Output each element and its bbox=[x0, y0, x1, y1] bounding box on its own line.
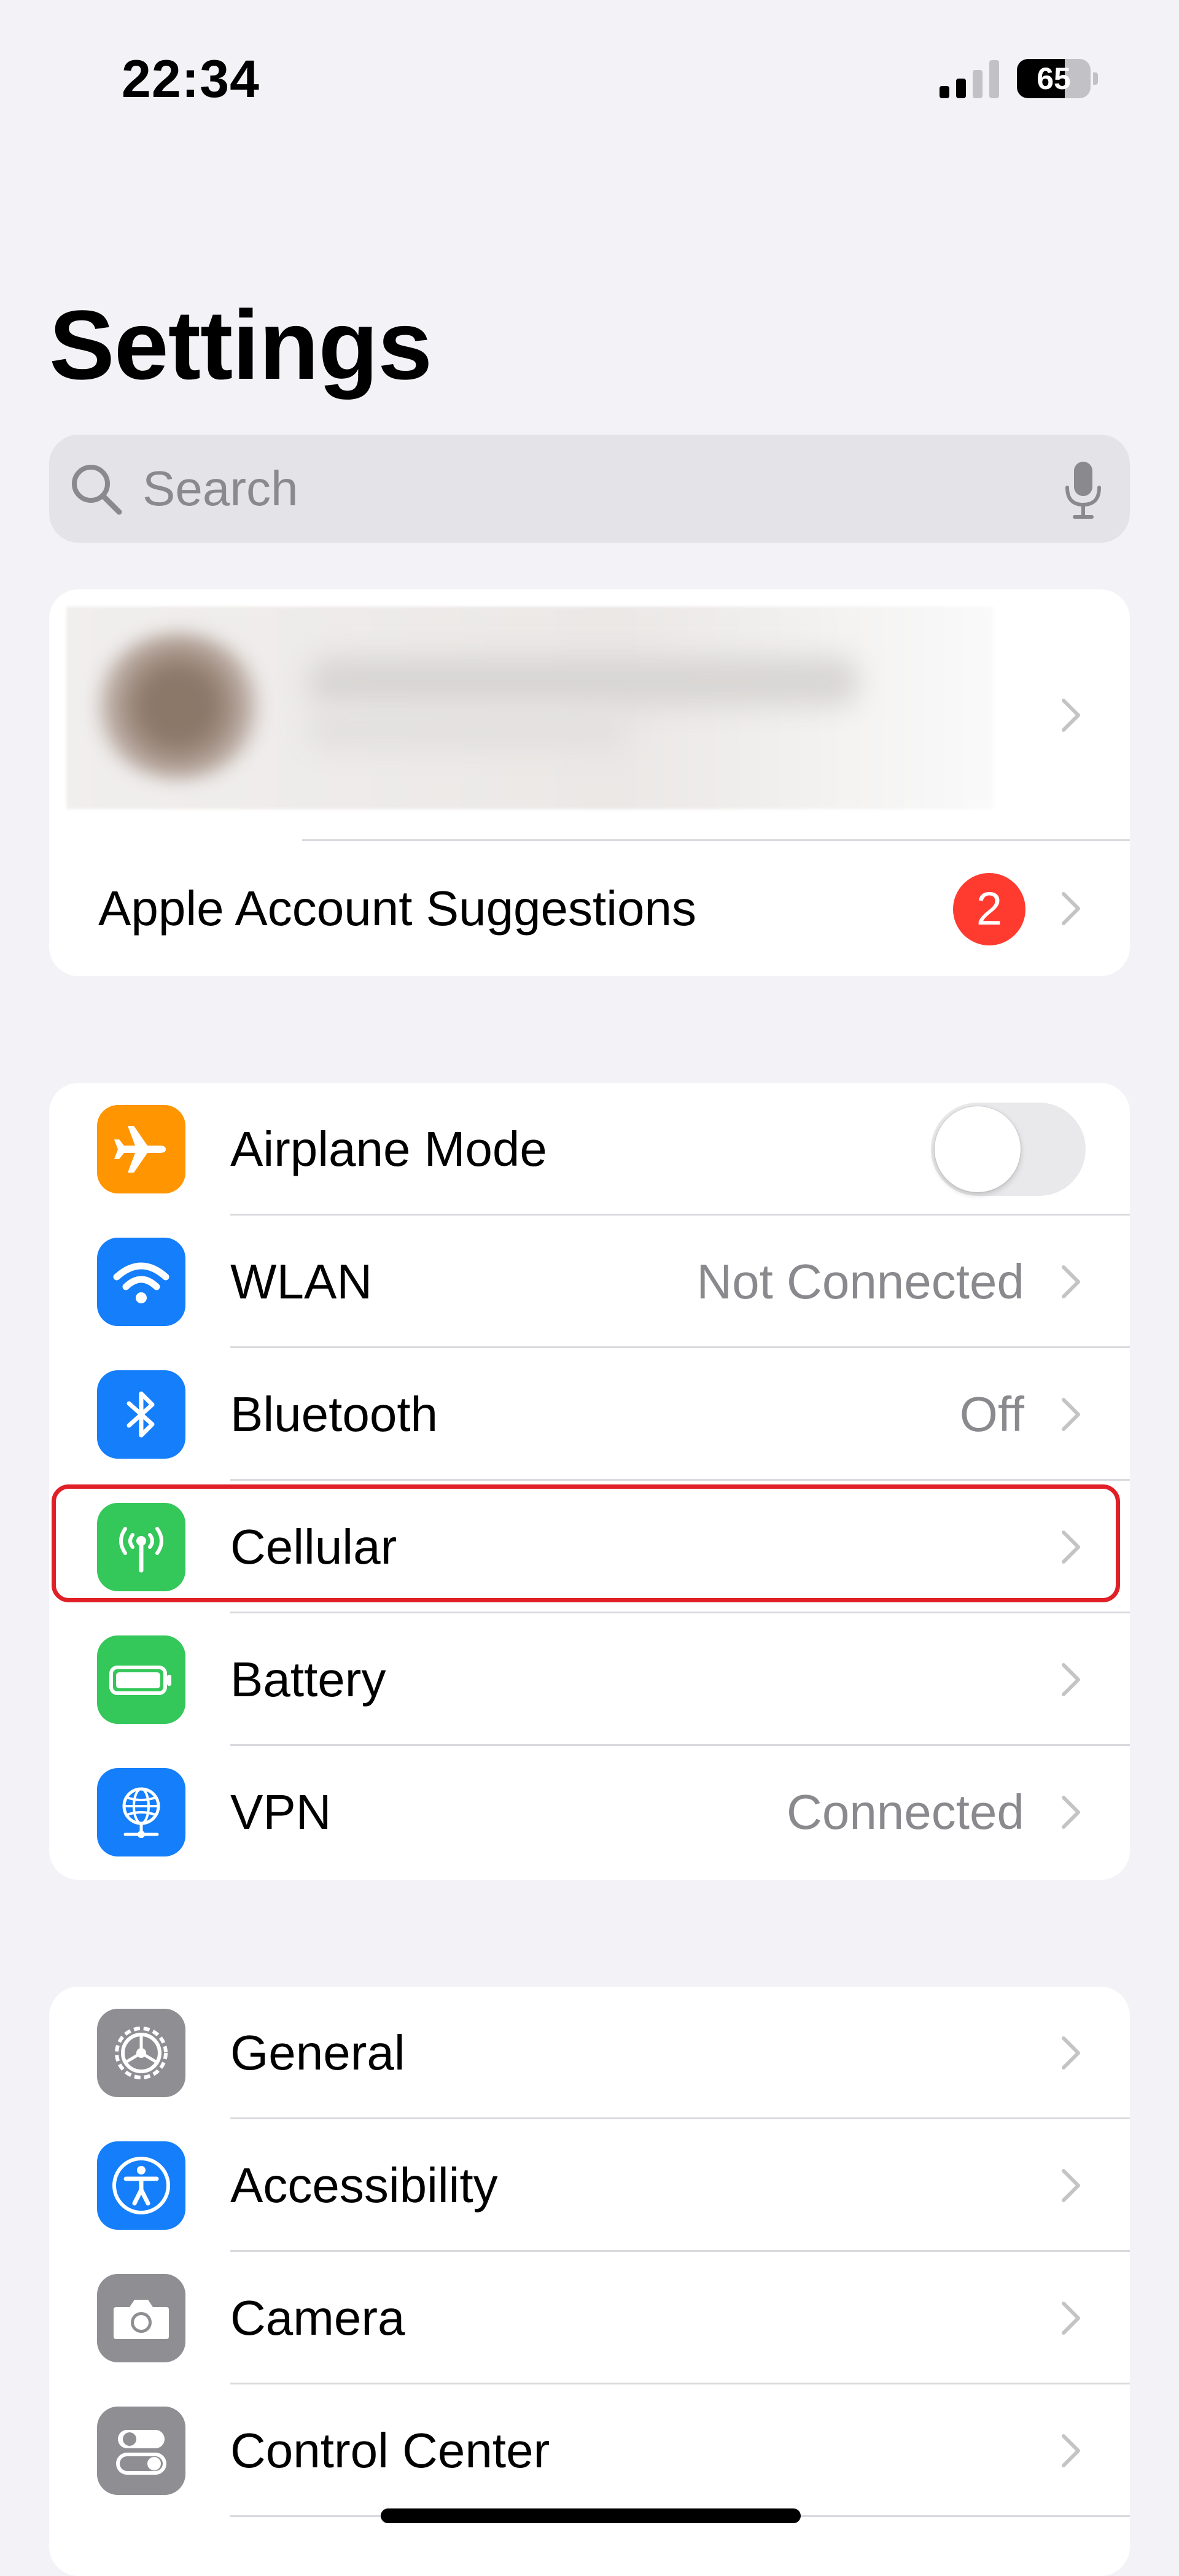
chevron-right-icon bbox=[1062, 892, 1080, 925]
accessibility-row[interactable]: Accessibility bbox=[49, 2119, 1130, 2252]
vpn-status: Connected bbox=[787, 1785, 1024, 1839]
control-center-row[interactable]: Control Center bbox=[49, 2384, 1130, 2517]
status-bar: 22:34 65 bbox=[0, 0, 1179, 153]
airplane-mode-row: Airplane Mode bbox=[49, 1083, 1130, 1216]
connectivity-card: Airplane Mode WLAN Not Connected Bluetoo… bbox=[49, 1083, 1130, 1880]
chevron-right-icon bbox=[1062, 2036, 1080, 2070]
apple-account-suggestions-label: Apple Account Suggestions bbox=[98, 881, 697, 936]
account-card: Apple Account Suggestions 2 bbox=[49, 589, 1130, 976]
chevron-right-icon bbox=[1062, 1265, 1080, 1298]
bluetooth-label: Bluetooth bbox=[230, 1387, 438, 1441]
wlan-row[interactable]: WLAN Not Connected bbox=[49, 1216, 1130, 1348]
search-icon bbox=[72, 465, 122, 515]
control-center-label: Control Center bbox=[230, 2423, 550, 2478]
account-profile-row[interactable] bbox=[49, 589, 1130, 841]
cellular-signal-icon bbox=[940, 60, 999, 98]
vpn-label: VPN bbox=[230, 1785, 332, 1839]
cellular-row[interactable]: Cellular bbox=[49, 1481, 1130, 1613]
gear-icon bbox=[97, 2009, 185, 2097]
general-row[interactable]: General bbox=[49, 1987, 1130, 2119]
chevron-right-icon bbox=[1062, 699, 1080, 732]
cellular-label: Cellular bbox=[230, 1519, 397, 1574]
airplane-icon bbox=[97, 1105, 185, 1193]
camera-row[interactable]: Camera bbox=[49, 2252, 1130, 2384]
chevron-right-icon bbox=[1062, 1663, 1080, 1696]
chevron-right-icon bbox=[1062, 1398, 1080, 1431]
vpn-globe-icon bbox=[97, 1768, 185, 1856]
control-center-icon bbox=[97, 2407, 185, 2495]
battery-row[interactable]: Battery bbox=[49, 1613, 1130, 1746]
wlan-status: Not Connected bbox=[696, 1254, 1024, 1309]
accessibility-icon bbox=[97, 2141, 185, 2230]
status-time: 22:34 bbox=[122, 50, 260, 109]
notification-badge: 2 bbox=[953, 873, 1025, 945]
chevron-right-icon bbox=[1062, 2434, 1080, 2467]
general-label: General bbox=[230, 2025, 405, 2080]
camera-icon bbox=[97, 2274, 185, 2362]
bluetooth-row[interactable]: Bluetooth Off bbox=[49, 1348, 1130, 1481]
battery-percent: 65 bbox=[1037, 61, 1071, 96]
home-indicator[interactable] bbox=[381, 2508, 801, 2523]
chevron-right-icon bbox=[1062, 1530, 1080, 1564]
bluetooth-icon bbox=[97, 1370, 185, 1459]
apple-account-suggestions-row[interactable]: Apple Account Suggestions 2 bbox=[49, 841, 1130, 976]
wlan-label: WLAN bbox=[230, 1254, 373, 1309]
avatar bbox=[92, 632, 264, 780]
battery-icon bbox=[97, 1635, 185, 1724]
cellular-antenna-icon bbox=[97, 1503, 185, 1591]
search-bar[interactable] bbox=[49, 435, 1130, 543]
search-input[interactable] bbox=[142, 435, 1014, 543]
battery-label: Battery bbox=[230, 1652, 386, 1707]
wifi-icon bbox=[97, 1238, 185, 1326]
battery-status-icon: 65 bbox=[1017, 59, 1098, 98]
chevron-right-icon bbox=[1062, 2302, 1080, 2335]
vpn-row[interactable]: VPN Connected bbox=[49, 1746, 1130, 1879]
airplane-mode-label: Airplane Mode bbox=[230, 1122, 547, 1176]
microphone-icon[interactable] bbox=[1064, 460, 1103, 519]
general-card: General Accessibility Camera Control Cen… bbox=[49, 1987, 1130, 2576]
accessibility-label: Accessibility bbox=[230, 2158, 498, 2213]
bluetooth-status: Off bbox=[959, 1387, 1024, 1441]
page-title: Settings bbox=[49, 290, 432, 400]
chevron-right-icon bbox=[1062, 2169, 1080, 2202]
camera-label: Camera bbox=[230, 2291, 405, 2345]
chevron-right-icon bbox=[1062, 1796, 1080, 1829]
airplane-mode-toggle[interactable] bbox=[931, 1103, 1086, 1196]
